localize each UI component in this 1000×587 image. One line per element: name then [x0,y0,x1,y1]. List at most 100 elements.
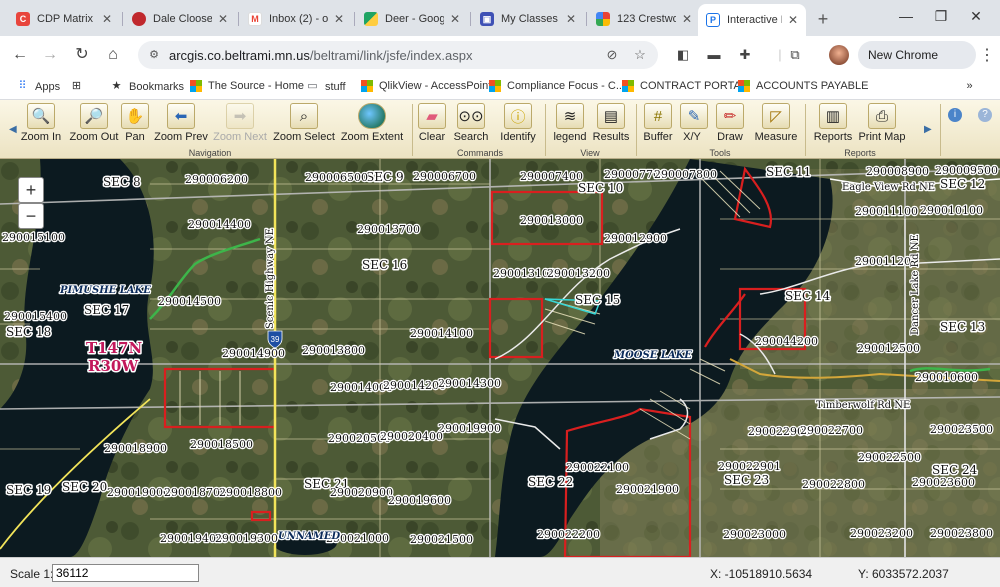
buffer-tool[interactable]: # Buffer [640,103,676,143]
section-label: SEC 8 [103,175,141,189]
tab-deer-google[interactable]: Deer - Goog ✕ [356,6,468,32]
tool-label: Results [592,131,630,143]
zoom-next-tool[interactable]: ➡ Zoom Next [212,103,268,143]
close-icon[interactable]: ✕ [566,12,576,26]
close-icon[interactable]: ✕ [218,12,228,26]
zoom-in-tool[interactable]: 🔍 Zoom In [20,103,62,143]
section-label: SEC 18 [6,325,51,339]
tool-label: Zoom Prev [154,131,208,143]
table-icon: ▤ [597,103,625,129]
bookmark-compliance-focus[interactable]: Compliance Focus - C... [489,80,625,92]
bookmark-stuff[interactable]: ▭ stuff [306,80,346,93]
tab-interactive-map[interactable]: P Interactive M ✕ [698,4,806,36]
url-path: /beltrami/link/jsfe/index.aspx [309,48,473,63]
restore-icon[interactable]: ❐ [931,8,951,25]
microsoft-logo-icon [361,80,373,92]
close-icon[interactable]: ✕ [450,12,460,26]
folder-icon: ▭ [307,80,318,92]
close-icon[interactable]: ✕ [682,12,692,26]
zoom-select-tool[interactable]: ⌕ Zoom Select [272,103,336,143]
close-icon[interactable]: ✕ [102,12,112,26]
microsoft-logo-icon [489,80,501,92]
reports-tool[interactable]: ▥ Reports [810,103,856,143]
parcel-label: 290011100 [855,205,918,218]
section-label: SEC 14 [785,289,831,303]
tab-my-classes[interactable]: ▣ My Classes ✕ [472,6,584,32]
bookmark-bookmarks[interactable]: ★ Bookmarks [110,80,184,93]
new-chrome-available-button[interactable]: New Chrome available [858,41,976,90]
site-info-icon[interactable]: ⚙ [147,48,161,62]
bookmark-label: QlikView - AccessPoint [379,80,492,92]
url-text[interactable]: arcgis.co.beltrami.mn.us/beltrami/link/j… [169,48,472,63]
pan-tool[interactable]: ✋ Pan [120,103,150,143]
lake-label-moose: MOOSE LAKE [613,350,692,361]
reload-icon[interactable]: ↻ [72,45,92,65]
profile-avatar[interactable] [829,45,849,65]
home-icon[interactable]: ⌂ [103,45,123,65]
info-icon[interactable]: i [948,108,962,122]
toolbar-left-arrow-icon[interactable]: ◀ [9,124,17,135]
print-map-tool[interactable]: ⎙ Print Map [858,103,906,143]
tab-crestwood[interactable]: 123 Crestwo ✕ [588,6,700,32]
map-zoom-out-button[interactable]: − [18,203,44,229]
parcel-label: 290022500 [858,451,921,464]
tab-dale-cloose[interactable]: Dale Cloose ✕ [124,6,236,32]
address-bar[interactable]: ⚙ arcgis.co.beltrami.mn.us/beltrami/link… [138,41,658,69]
navigation-bar: ← → ↻ ⌂ ⚙ arcgis.co.beltrami.mn.us/beltr… [0,36,1000,90]
zoom-out-tool[interactable]: 🔎 Zoom Out [68,103,120,143]
map-view[interactable]: 39 SEC 8 SEC 9 SEC 10 SEC 11 SEC 12 SEC 16 SEC… [0,159,1000,557]
parcel-label: 290015400 [4,310,67,323]
puzzle-icon[interactable]: ✚ [736,46,754,64]
bookmark-star-icon[interactable]: ☆ [632,47,648,63]
legend-tool[interactable]: ≋ legend [550,103,590,143]
zoom-prev-tool[interactable]: ⬅ Zoom Prev [154,103,208,143]
tab-inbox[interactable]: M Inbox (2) - o ✕ [240,6,352,32]
back-arrow-icon[interactable]: ← [10,45,30,65]
close-icon[interactable]: ✕ [788,13,798,27]
google-drive-icon [364,12,378,26]
more-bookmarks-icon[interactable]: » [963,80,982,93]
menu-dots-icon[interactable]: ⋮ [979,45,995,65]
bookmark-accounts-payable[interactable]: ACCOUNTS PAYABLE [738,80,868,92]
bookmark-tab-groups[interactable]: ⊞ [70,80,89,93]
forward-arrow-icon[interactable]: → [40,45,60,65]
close-icon[interactable]: ✕ [334,12,344,26]
new-tab-button[interactable]: + [812,8,834,30]
bookmark-apps[interactable]: ⠿ Apps [16,80,60,93]
draw-tool[interactable]: ✏ Draw [708,103,752,143]
tool-label: Reports [813,131,853,143]
bookmark-contract-portal[interactable]: CONTRACT PORTAL [622,80,747,92]
tab-cdp-matrix[interactable]: C CDP Matrix ✕ [8,6,120,32]
xy-tool[interactable]: ✎ X/Y [680,103,708,143]
map-canvas[interactable]: 39 SEC 8 SEC 9 SEC 10 SEC 11 SEC 12 SEC 16 SEC… [0,159,1000,557]
extension-icon[interactable]: ◧ [674,46,692,64]
parcel-label: 290018500 [190,438,253,451]
road-label-scenic-highway: Scenic Highway NE [265,228,276,329]
results-tool[interactable]: ▤ Results [592,103,630,143]
search-tool[interactable]: ⊙⊙ Search [450,103,492,143]
bookmark-the-source[interactable]: The Source - Home [190,80,304,92]
measure-tool[interactable]: ◸ Measure [754,103,798,143]
identify-tool[interactable]: ⓘ Identify [496,103,540,143]
search-tab-icon[interactable]: ⧉ [786,46,804,64]
toolbar-right-arrow-icon[interactable]: ▶ [924,124,932,135]
minimize-icon[interactable]: — [896,8,916,24]
parcel-label: 290023000 [723,528,786,541]
parcel-label: 290007800 [654,168,717,181]
bookmark-label: stuff [325,80,346,93]
close-window-icon[interactable]: ✕ [966,8,986,25]
camera-blocked-icon[interactable]: ⊘ [604,47,620,63]
help-icon[interactable]: ? [978,108,992,122]
chat-extension-icon[interactable]: ▬ [705,46,723,64]
bookmark-qlikview[interactable]: QlikView - AccessPoint [361,80,491,92]
parcel-label: 290006700 [413,170,476,183]
zoom-extent-tool[interactable]: Zoom Extent [340,103,404,143]
section-label: SEC 24 [932,463,978,477]
map-zoom-in-button[interactable]: + [18,177,44,203]
tool-label: legend [553,131,587,143]
scale-input[interactable] [52,564,199,582]
tab-label: Inbox (2) - o [269,13,328,25]
parcel-label: 290013800 [302,344,365,357]
parcel-label: 290044200 [755,335,818,348]
clear-tool[interactable]: ▰ Clear [416,103,448,143]
